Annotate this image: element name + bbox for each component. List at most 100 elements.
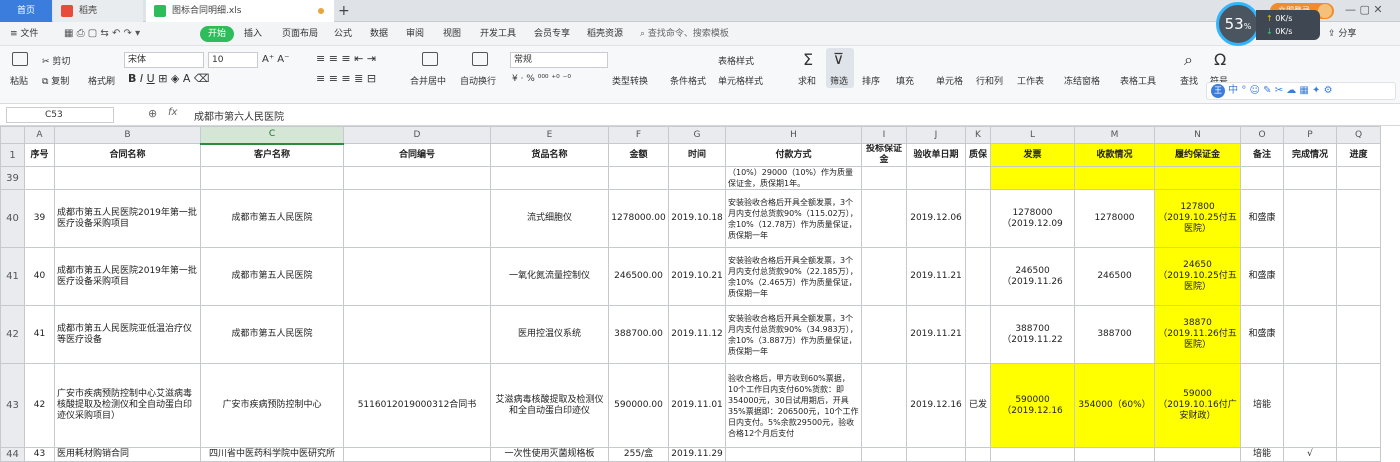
format-painter-button[interactable]: 格式刷 — [88, 74, 115, 87]
table-cell[interactable]: 安装验收合格后开具全额发票，3个月内支付总货款90%（115.02万），余10%… — [725, 189, 862, 248]
tab-docer[interactable]: 稻壳 — [53, 0, 143, 22]
table-cell[interactable]: 广安市疾病预防控制中心 — [200, 363, 344, 448]
type-convert-button[interactable]: 类型转换 — [612, 74, 648, 87]
table-cell[interactable] — [343, 189, 491, 248]
table-cell[interactable]: 和盛康 — [1240, 305, 1284, 364]
table-cell[interactable] — [200, 166, 344, 190]
table-cell[interactable]: √ — [1283, 447, 1337, 462]
command-search[interactable]: ⌕ 查找命令、搜索模板 — [640, 22, 729, 46]
table-cell[interactable] — [1336, 247, 1381, 306]
menu-insert[interactable]: 插入 — [244, 22, 262, 46]
table-cell[interactable] — [1154, 166, 1241, 190]
table-cell[interactable]: 43 — [24, 447, 55, 462]
table-cell[interactable] — [1283, 247, 1337, 306]
table-cell[interactable]: 2019.12.16 — [906, 363, 966, 448]
wrap-text-button[interactable]: 自动换行 — [460, 74, 496, 87]
table-cell[interactable] — [1336, 447, 1381, 462]
column-header[interactable]: H — [725, 126, 862, 144]
freeze-panes-button[interactable]: 冻结窗格 — [1064, 74, 1100, 87]
table-cell[interactable]: 354000（60%） — [1074, 363, 1155, 448]
table-cell[interactable]: 388700.00 — [608, 305, 669, 364]
table-cell[interactable]: 1278000（2019.12.09 — [990, 189, 1075, 248]
menu-page-layout[interactable]: 页面布局 — [282, 22, 318, 46]
font-family-select[interactable]: 宋体 — [124, 52, 204, 68]
zoom-icon[interactable]: ⊕ — [148, 107, 157, 120]
row-number[interactable]: 41 — [0, 247, 25, 306]
table-cell[interactable] — [1074, 166, 1155, 190]
table-cell[interactable] — [965, 447, 991, 462]
table-cell[interactable] — [861, 305, 907, 364]
column-header[interactable]: O — [1240, 126, 1284, 144]
table-cell[interactable] — [343, 447, 491, 462]
table-cell[interactable] — [343, 247, 491, 306]
table-cell[interactable]: 医用耗材购销合同 — [54, 447, 201, 462]
table-cell[interactable]: 和盛康 — [1240, 247, 1284, 306]
header-cell[interactable]: 质保 — [965, 143, 991, 167]
cell-style-button[interactable]: 单元格样式 — [718, 74, 763, 87]
new-tab-button[interactable]: + — [338, 0, 352, 22]
menu-file[interactable]: ≡ 文件 — [10, 22, 38, 46]
alignment-buttons-top[interactable]: ≡ ≡ ≡ ⇤ ⇥ — [316, 52, 376, 65]
rows-cols-button[interactable]: 行和列 — [976, 74, 1003, 87]
table-cell[interactable] — [1283, 166, 1337, 190]
table-cell[interactable]: 艾滋病毒核酸提取及检测仪和全自动蛋白印迹仪 — [490, 363, 609, 448]
row-number[interactable]: 42 — [0, 305, 25, 364]
table-cell[interactable]: 2019.11.21 — [906, 305, 966, 364]
table-cell[interactable]: 2019.11.12 — [668, 305, 726, 364]
header-cell[interactable]: 付款方式 — [725, 143, 862, 167]
table-cell[interactable] — [906, 166, 966, 190]
sort-button[interactable]: 排序 — [862, 74, 880, 87]
merge-center-button[interactable]: 合并居中 — [410, 74, 446, 87]
alignment-buttons-bottom[interactable]: ≡ ≡ ≡ ≣ ⊟ — [316, 72, 376, 85]
menu-developer[interactable]: 开发工具 — [480, 22, 516, 46]
table-cell[interactable] — [861, 166, 907, 190]
header-cell[interactable]: 合同编号 — [343, 143, 491, 167]
table-cell[interactable] — [965, 166, 991, 190]
row-number[interactable]: 40 — [0, 189, 25, 248]
table-cell[interactable]: 2019.12.06 — [906, 189, 966, 248]
table-tools-button[interactable]: 表格工具 — [1120, 74, 1156, 87]
table-cell[interactable]: 安装验收合格后开具全额发票，3个月内支付总货款90%（34.983万），余10%… — [725, 305, 862, 364]
header-cell[interactable]: 完成情况 — [1283, 143, 1337, 167]
menu-data[interactable]: 数据 — [370, 22, 388, 46]
table-cell[interactable]: 广安市疾病预防控制中心艾滋病毒核酸提取及检测仪和全自动蛋白印迹仪采购项目） — [54, 363, 201, 448]
header-cell[interactable]: 货品名称 — [490, 143, 609, 167]
share-button[interactable]: ⇪ 分享 — [1328, 22, 1356, 46]
table-cell[interactable]: 成都市第五人民医院2019年第一批医疗设备采购项目 — [54, 189, 201, 248]
sum-button[interactable]: 求和 — [798, 74, 816, 87]
table-cell[interactable]: 一次性使用灭菌规格板 — [490, 447, 609, 462]
table-cell[interactable]: 127800（2019.10.25付五医院） — [1154, 189, 1241, 248]
table-cell[interactable]: 590000（2019.12.16 — [990, 363, 1075, 448]
quick-access-toolbar[interactable]: ▦ ⎙ ▢ ⇆ ↶ ↷ ▾ — [64, 22, 140, 46]
column-header[interactable]: E — [490, 126, 609, 144]
table-cell[interactable]: 246500 — [1074, 247, 1155, 306]
table-cell[interactable] — [1240, 166, 1284, 190]
table-cell[interactable]: 590000.00 — [608, 363, 669, 448]
row-number[interactable]: 1 — [0, 143, 25, 167]
column-header[interactable]: I — [861, 126, 907, 144]
header-cell[interactable]: 履约保证金 — [1154, 143, 1241, 167]
menu-home[interactable]: 开始 — [200, 26, 235, 42]
table-cell[interactable]: 2019.10.21 — [668, 247, 726, 306]
table-cell[interactable]: 40 — [24, 247, 55, 306]
menu-member[interactable]: 会员专享 — [534, 22, 570, 46]
filter-button[interactable]: ⊽ 筛选 — [826, 48, 854, 88]
table-cell[interactable]: 41 — [24, 305, 55, 364]
number-format-select[interactable]: 常规 — [510, 52, 608, 68]
table-cell[interactable]: 成都市第五人民医院 — [200, 305, 344, 364]
table-cell[interactable] — [965, 247, 991, 306]
table-cell[interactable] — [608, 166, 669, 190]
table-cell[interactable] — [668, 166, 726, 190]
table-cell[interactable]: 2019.11.21 — [906, 247, 966, 306]
table-cell[interactable]: 246500（2019.11.26 — [990, 247, 1075, 306]
menu-docer-resources[interactable]: 稻壳资源 — [587, 22, 623, 46]
table-cell[interactable] — [24, 166, 55, 190]
font-style-buttons[interactable]: B I U ⊞ ◈ A ⌫ — [128, 72, 209, 85]
table-cell[interactable] — [1336, 166, 1381, 190]
column-header[interactable]: K — [965, 126, 991, 144]
table-cell[interactable]: 培能 — [1240, 447, 1284, 462]
table-cell[interactable]: 成都市第五人民医院2019年第一批医疗设备采购项目 — [54, 247, 201, 306]
header-cell[interactable]: 序号 — [24, 143, 55, 167]
row-number[interactable]: 43 — [0, 363, 25, 448]
column-header[interactable]: D — [343, 126, 491, 144]
